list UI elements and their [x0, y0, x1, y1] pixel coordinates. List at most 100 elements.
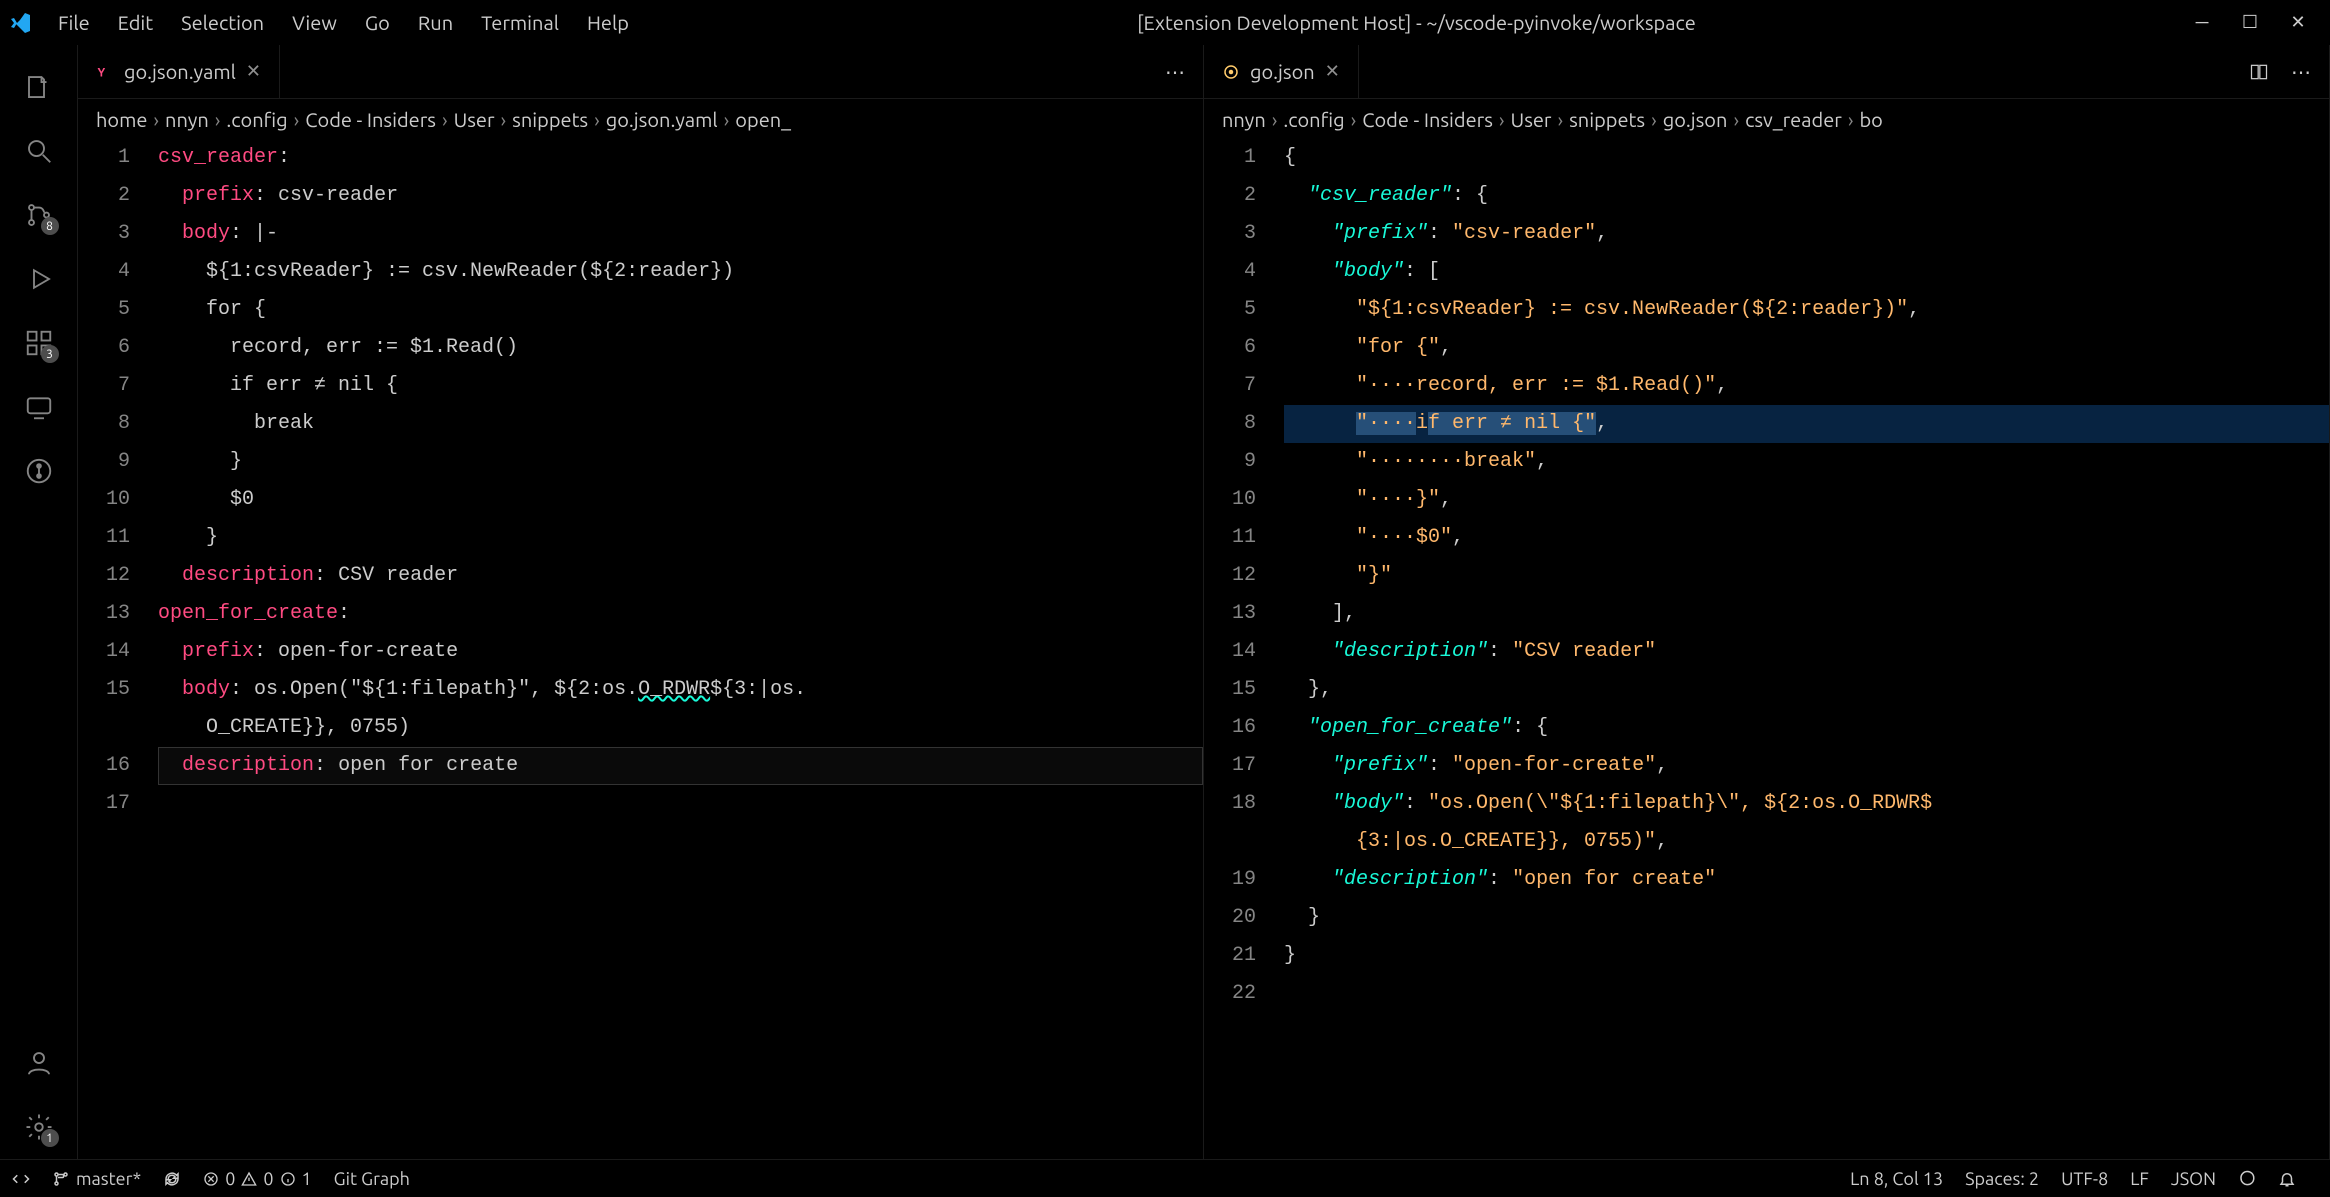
remote-icon[interactable]	[15, 383, 63, 431]
breadcrumb-item[interactable]: .config	[226, 108, 287, 131]
more-icon[interactable]: ⋯	[2287, 58, 2315, 86]
chevron-right-icon: ›	[294, 108, 300, 131]
warnings-count: 0	[263, 1169, 273, 1189]
chevron-right-icon: ›	[1499, 108, 1505, 131]
editors: Ygo.json.yaml✕⋯home›nnyn›.config›Code - …	[78, 45, 2330, 1159]
tabs: go.json ✕ ⋯	[1204, 45, 2329, 99]
editor-body[interactable]: 1234567891011121314151617csv_reader: pre…	[78, 139, 1203, 1159]
menu-help[interactable]: Help	[573, 7, 643, 38]
editor-group-0: Ygo.json.yaml✕⋯home›nnyn›.config›Code - …	[78, 45, 1204, 1159]
vscode-logo-icon	[8, 11, 32, 35]
more-icon[interactable]: ⋯	[1161, 58, 1189, 86]
chevron-right-icon: ›	[442, 108, 448, 131]
ext-badge: 3	[41, 345, 59, 363]
gear-badge: 1	[41, 1129, 59, 1147]
tab-go-json[interactable]: go.json ✕	[1204, 45, 1359, 98]
chevron-right-icon: ›	[1733, 108, 1739, 131]
tab-label: go.json	[1250, 60, 1315, 83]
branch-name: master*	[76, 1169, 141, 1189]
cursor-position[interactable]: Ln 8, Col 13	[1850, 1169, 1943, 1189]
info-count: 1	[302, 1169, 312, 1189]
source-control-icon[interactable]: 8	[15, 191, 63, 239]
main-area: 8 3 1 Ygo.json.yaml✕⋯home›nnyn›.config›C…	[0, 45, 2330, 1159]
chevron-right-icon: ›	[1651, 108, 1657, 131]
remote-button[interactable]	[12, 1170, 30, 1188]
sync-button[interactable]	[163, 1170, 181, 1188]
breadcrumb-item[interactable]: nnyn	[165, 108, 209, 131]
breadcrumb-item[interactable]: bo	[1859, 108, 1882, 131]
branch-button[interactable]: master*	[52, 1169, 141, 1189]
minimize-button[interactable]: ─	[2190, 11, 2214, 35]
menu-run[interactable]: Run	[404, 7, 467, 38]
extensions-icon[interactable]: 3	[15, 319, 63, 367]
maximize-button[interactable]: ☐	[2238, 11, 2262, 35]
tab-label: go.json.yaml	[124, 60, 236, 83]
chevron-right-icon: ›	[1558, 108, 1564, 131]
breadcrumb-item[interactable]: User	[1511, 108, 1552, 131]
close-icon[interactable]: ✕	[1325, 61, 1340, 82]
editor-group-1: go.json✕⋯nnyn›.config›Code - Insiders›Us…	[1204, 45, 2330, 1159]
statusbar: master* 0 0 1 Git Graph Ln 8, Col 13 Spa…	[0, 1159, 2330, 1197]
chevron-right-icon: ›	[1848, 108, 1854, 131]
indentation-button[interactable]: Spaces: 2	[1965, 1169, 2039, 1189]
chevron-right-icon: ›	[1351, 108, 1357, 131]
gutter: 1234567891011121314151617	[78, 139, 148, 1159]
close-icon[interactable]: ✕	[246, 61, 261, 82]
language-button[interactable]: JSON	[2171, 1169, 2216, 1189]
menu-go[interactable]: Go	[351, 7, 404, 38]
menu-file[interactable]: File	[44, 7, 104, 38]
json-icon	[1222, 63, 1240, 81]
breadcrumb-item[interactable]: go.json	[1663, 108, 1728, 131]
code-area[interactable]: { "csv_reader": { "prefix": "csv-reader"…	[1274, 139, 2329, 1159]
scm-badge: 8	[41, 217, 59, 235]
breadcrumbs[interactable]: nnyn›.config›Code - Insiders›User›snippe…	[1204, 99, 2329, 139]
explorer-icon[interactable]	[15, 63, 63, 111]
chevron-right-icon: ›	[1272, 108, 1278, 131]
menu-selection[interactable]: Selection	[167, 7, 278, 38]
breadcrumbs[interactable]: home›nnyn›.config›Code - Insiders›User›s…	[78, 99, 1203, 139]
gutter: 12345678910111213141516171819202122	[1204, 139, 1274, 1159]
menu-edit[interactable]: Edit	[104, 7, 167, 38]
feedback-icon[interactable]	[2238, 1170, 2256, 1188]
menubar: FileEditSelectionViewGoRunTerminalHelp […	[0, 0, 2330, 45]
yaml-icon: Y	[96, 63, 114, 81]
code-area[interactable]: csv_reader: prefix: csv-reader body: |- …	[148, 139, 1203, 1159]
chevron-right-icon: ›	[724, 108, 730, 131]
breadcrumb-item[interactable]: Code - Insiders	[1362, 108, 1493, 131]
breadcrumb-item[interactable]: snippets	[1569, 108, 1645, 131]
bell-icon[interactable]	[2278, 1170, 2296, 1188]
chevron-right-icon: ›	[153, 108, 159, 131]
gitgraph-button[interactable]: Git Graph	[334, 1169, 410, 1189]
breadcrumb-item[interactable]: csv_reader	[1745, 108, 1842, 131]
split-editor-icon[interactable]	[2245, 58, 2273, 86]
git-circle-icon[interactable]	[15, 447, 63, 495]
breadcrumb-item[interactable]: nnyn	[1222, 108, 1266, 131]
encoding-button[interactable]: UTF-8	[2061, 1169, 2108, 1189]
breadcrumb-item[interactable]: go.json.yaml	[606, 108, 718, 131]
search-icon[interactable]	[15, 127, 63, 175]
gear-icon[interactable]: 1	[15, 1103, 63, 1151]
breadcrumb-item[interactable]: Code - Insiders	[305, 108, 436, 131]
editor-body[interactable]: 12345678910111213141516171819202122{ "cs…	[1204, 139, 2329, 1159]
close-button[interactable]: ✕	[2286, 11, 2310, 35]
menu-view[interactable]: View	[278, 7, 351, 38]
debug-icon[interactable]	[15, 255, 63, 303]
errors-count: 0	[225, 1169, 235, 1189]
breadcrumb-item[interactable]: open_	[735, 108, 791, 131]
problems-button[interactable]: 0 0 1	[203, 1169, 311, 1189]
activitybar: 8 3 1	[0, 45, 78, 1159]
breadcrumb-item[interactable]: .config	[1283, 108, 1344, 131]
tabs: Ygo.json.yaml ✕ ⋯	[78, 45, 1203, 99]
breadcrumb-item[interactable]: home	[96, 108, 147, 131]
chevron-right-icon: ›	[594, 108, 600, 131]
tab-go-json-yaml[interactable]: Ygo.json.yaml ✕	[78, 45, 280, 98]
chevron-right-icon: ›	[215, 108, 221, 131]
breadcrumb-item[interactable]: snippets	[512, 108, 588, 131]
svg-text:Y: Y	[98, 66, 106, 79]
window-title: [Extension Development Host] - ~/vscode-…	[643, 11, 2190, 34]
window-controls: ─ ☐ ✕	[2190, 11, 2322, 35]
menu-terminal[interactable]: Terminal	[467, 7, 573, 38]
eol-button[interactable]: LF	[2130, 1169, 2149, 1189]
breadcrumb-item[interactable]: User	[454, 108, 495, 131]
accounts-icon[interactable]	[15, 1039, 63, 1087]
